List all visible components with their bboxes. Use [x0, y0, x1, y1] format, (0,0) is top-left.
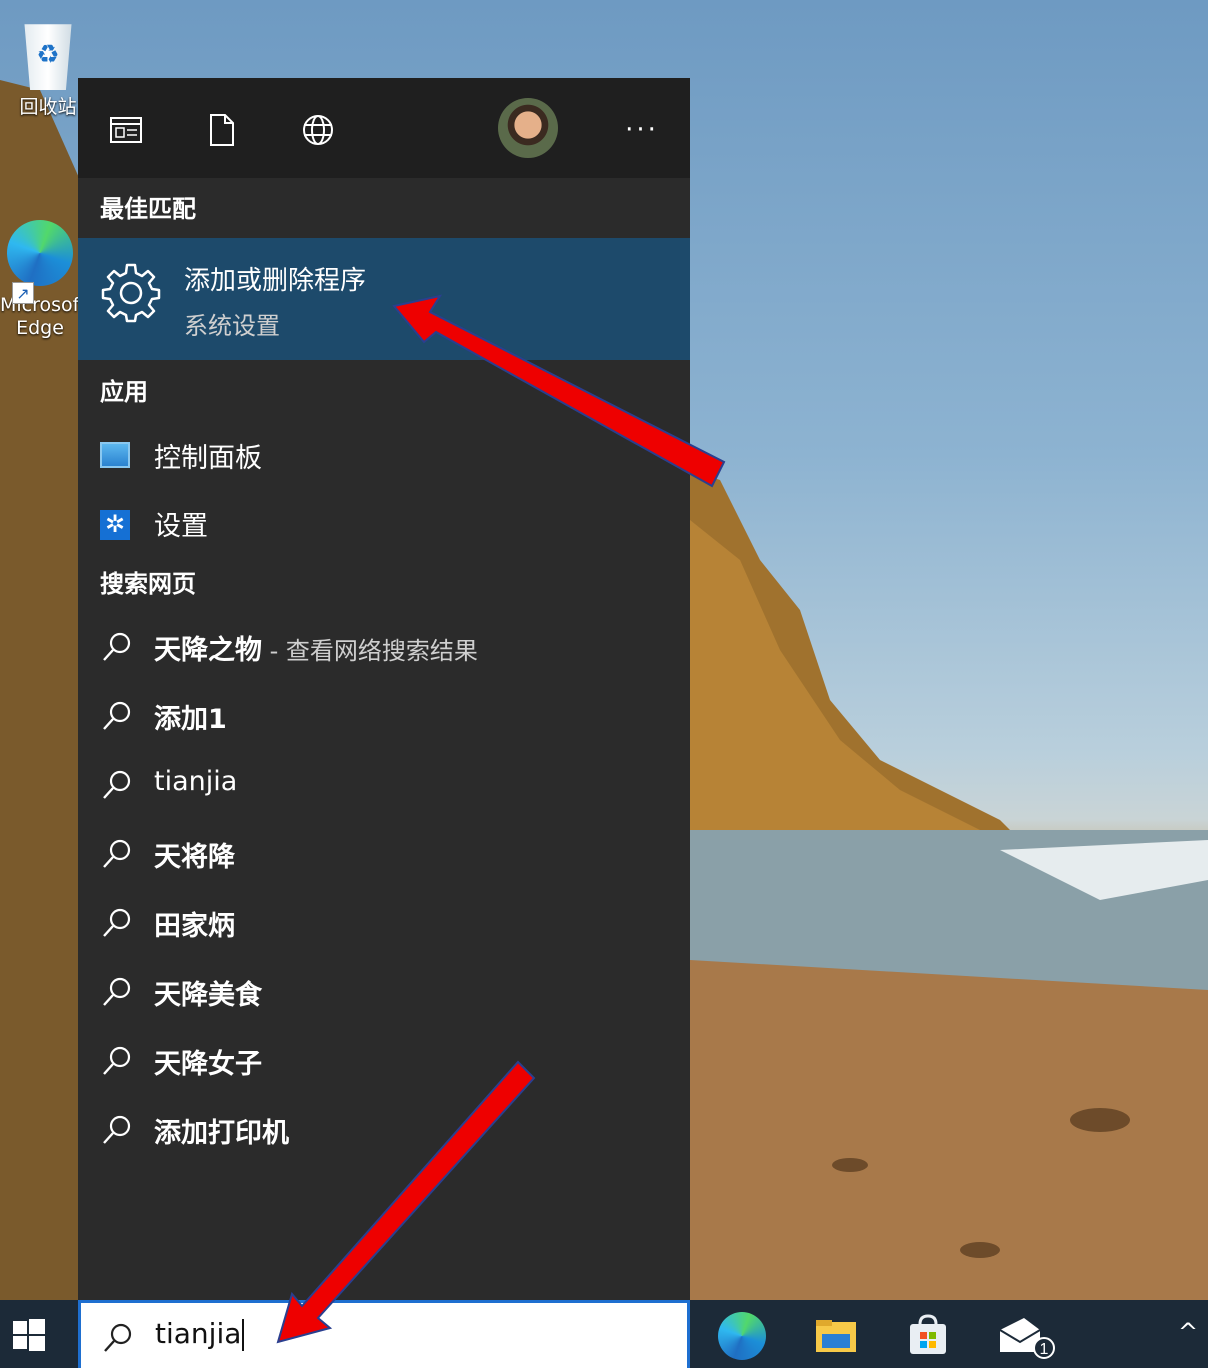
taskbar: tianjia 1 ^	[0, 1300, 1208, 1368]
shortcut-arrow-icon: ↗	[12, 282, 34, 304]
web-suggestion-hint: - 查看网络搜索结果	[262, 637, 478, 665]
gear-icon	[101, 263, 161, 323]
web-suggestion[interactable]: 天将降	[78, 819, 690, 888]
search-icon	[103, 908, 131, 937]
web-suggestion-label: 天降美食	[154, 980, 262, 1011]
taskbar-edge-button[interactable]	[718, 1312, 766, 1360]
search-icon	[103, 632, 131, 661]
best-match-heading: 最佳匹配	[100, 195, 196, 223]
documents-filter-button[interactable]	[198, 106, 246, 154]
search-icon	[103, 839, 131, 868]
web-suggestion[interactable]: 添加打印机	[78, 1095, 690, 1164]
web-suggestion-label: 添加1	[154, 704, 227, 735]
search-icon	[103, 770, 131, 799]
search-icon	[104, 1323, 132, 1352]
web-suggestion[interactable]: 天降女子	[78, 1026, 690, 1095]
web-filter-button[interactable]	[294, 106, 342, 154]
search-icon	[103, 1046, 131, 1075]
web-suggestion-label: 添加打印机	[154, 1118, 289, 1149]
mail-badge: 1	[1040, 1341, 1049, 1358]
apps-heading: 应用	[100, 378, 148, 406]
search-icon	[103, 977, 131, 1006]
web-suggestion[interactable]: 天降美食	[78, 957, 690, 1026]
taskbar-mail-button[interactable]: 1	[996, 1312, 1056, 1360]
search-icon	[103, 701, 131, 730]
web-suggestion[interactable]: 田家炳	[78, 888, 690, 957]
search-icon	[103, 1115, 131, 1144]
app-item-control-panel[interactable]: 控制面板	[78, 420, 690, 488]
panel-toolbar: ···	[78, 78, 690, 178]
taskbar-search-box[interactable]: tianjia	[78, 1300, 690, 1368]
apps-filter-button[interactable]	[102, 106, 150, 154]
recycle-bin-icon	[24, 24, 72, 90]
web-suggestion-label: 天降之物 - 查看网络搜索结果	[154, 628, 478, 667]
web-suggestion[interactable]: 添加1	[78, 681, 690, 750]
document-icon	[210, 114, 234, 146]
best-match-subtitle: 系统设置	[184, 312, 280, 340]
apps-icon	[110, 117, 142, 143]
search-input-text: tianjia	[155, 1317, 242, 1350]
user-avatar[interactable]	[498, 98, 558, 158]
text-caret	[242, 1319, 245, 1351]
more-options-button[interactable]: ···	[618, 106, 666, 154]
control-panel-icon	[100, 442, 130, 468]
web-suggestion-text: 天降之物	[154, 635, 262, 666]
web-suggestion-label: 天降女子	[154, 1049, 262, 1080]
taskbar-store-button[interactable]	[904, 1312, 952, 1360]
desktop-icon-edge[interactable]: ↗ Microsoft Edge	[0, 220, 86, 340]
web-suggestion[interactable]: 天降之物 - 查看网络搜索结果	[78, 612, 690, 681]
best-match-title: 添加或删除程序	[184, 266, 367, 296]
web-suggestion-label: tianjia	[154, 766, 238, 797]
show-hidden-icons-button[interactable]: ^	[1178, 1318, 1198, 1346]
taskbar-file-explorer-button[interactable]	[812, 1312, 860, 1360]
app-item-label: 控制面板	[154, 443, 262, 474]
search-input-value[interactable]: tianjia	[155, 1317, 245, 1351]
app-item-label: 设置	[154, 511, 208, 542]
search-panel: ··· 最佳匹配 添加或删除程序 系统设置 应用 控制面板 ✲ 设置 搜索网页 …	[78, 78, 690, 1300]
web-search-heading: 搜索网页	[100, 570, 196, 598]
start-button[interactable]	[12, 1318, 46, 1352]
web-suggestion-label: 田家炳	[154, 911, 235, 942]
web-suggestion-label: 天将降	[154, 842, 235, 873]
globe-icon	[303, 115, 333, 145]
edge-icon	[7, 220, 73, 286]
settings-icon: ✲	[100, 510, 130, 540]
desktop-icon-label: 回收站	[19, 96, 77, 118]
web-suggestion[interactable]: tianjia	[78, 750, 690, 819]
app-item-settings[interactable]: ✲ 设置	[78, 488, 690, 556]
desktop-icon-recycle-bin[interactable]: 回收站	[8, 20, 88, 119]
best-match-result[interactable]: 添加或删除程序 系统设置	[78, 238, 690, 360]
